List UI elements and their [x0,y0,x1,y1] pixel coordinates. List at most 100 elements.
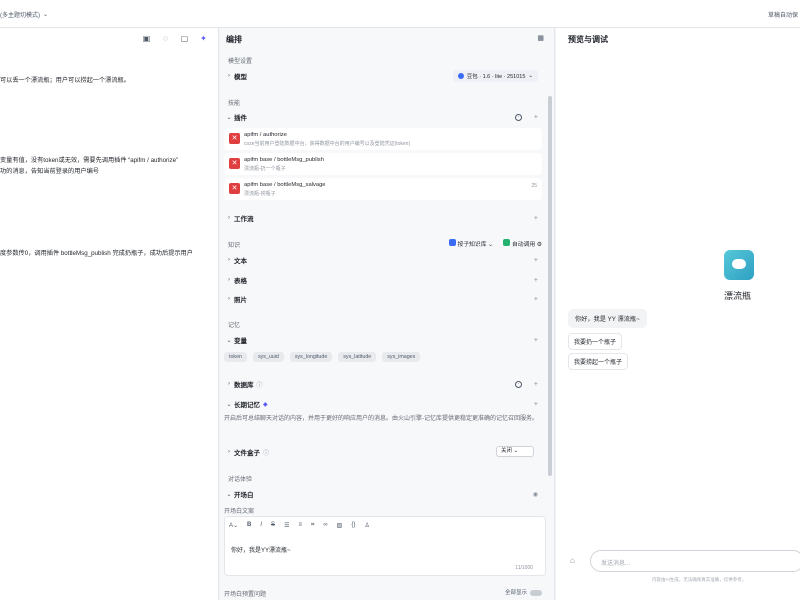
chevron-right-icon: › [228,449,230,455]
photo-knowledge-row[interactable]: › 照片 + [224,291,542,307]
image-icon[interactable]: ▨ [337,522,343,529]
table-knowledge-row[interactable]: › 表格 + [224,272,542,288]
chevron-down-icon: ⌄ [226,337,232,344]
add-database-button[interactable]: + [534,381,538,388]
message-input[interactable]: 发送消息... [590,550,800,572]
add-text-button[interactable]: + [534,257,538,264]
knowledge-section-title: 知识 [228,243,241,249]
strikethrough-icon[interactable]: S [271,522,275,529]
library-icon[interactable]: ▣ [142,34,151,43]
eye-icon[interactable]: ◉ [533,491,538,498]
knowledge-icon [448,239,456,246]
workflow-row[interactable]: › 工作流 + [224,210,542,226]
show-all-toggle[interactable]: 全部显示 [505,588,542,596]
grid-icon[interactable]: ▦ [537,34,544,42]
variable-tag[interactable]: token [224,352,247,362]
plugin-item[interactable]: ✕ apifm base / bottleMsg_publish 漂流瓶-扔一个… [224,153,542,175]
chevron-down-icon: ⌄ [528,73,533,79]
memory-section-title: 记忆 [228,323,241,329]
opening-text-editor[interactable]: A⌄ B I S ☰ ≡ ⌗ ∞ ▨ {} ♙ 你好，我是YY漂流瓶~ 11/1… [224,516,546,576]
user-icon[interactable]: ♙ [364,522,369,529]
longterm-note: 开启后可总结聊天对话的内容，并用于更好的响应用户的消息。由火山引擎-记忆库提供更… [224,416,539,422]
code-icon[interactable]: {} [351,522,355,529]
plugin-name: apifm base / bottleMsg_publish [244,157,324,163]
bold-icon[interactable]: B [247,522,251,529]
knowledge-mode-select[interactable]: 按子知识库 ⌄ [448,239,493,248]
plugin-icon: ✕ [229,158,240,169]
link-icon[interactable]: ∞ [323,522,327,529]
filebox-select[interactable]: 关闭 ⌄ [496,446,534,457]
variable-tag[interactable]: sys_longitude [289,352,333,362]
variables-row[interactable]: ⌄ 变量 + [224,332,542,348]
variable-tag[interactable]: sys_latitude [338,352,377,362]
plugin-icon: ✕ [229,183,240,194]
add-table-button[interactable]: + [534,277,538,284]
text-knowledge-row[interactable]: › 文本 + [224,252,542,268]
preview-panel: 预览与调试 漂流瓶 你好，我是 YY 漂流瓶~ 我要扔一个瓶子 我要捞起一个瓶子… [556,28,800,600]
model-select[interactable]: 豆包 · 1.6 · lite · 251015 ⌄ [452,70,538,82]
ai-disclaimer: 内容由AI生成，无法确保真实准确，仅供参考。 [652,577,747,582]
greeting-bubble: 你好，我是 YY 漂流瓶~ [568,309,647,328]
opening-label: 开场白 [234,492,254,499]
knowledge-call-select[interactable]: 自动调用 ⚙ [502,239,542,248]
plugins-label: 插件 [234,115,247,122]
table-label: 表格 [234,278,247,285]
panel-title: 编排 [226,35,242,44]
auto-add-icon[interactable]: · [515,113,522,121]
variable-tag[interactable]: sys_uuid [252,352,284,362]
prompt-line: 度参数传0，调用插件 bottleMsg_publish 完成扔瓶子，成功后提示… [0,250,193,257]
plugin-item[interactable]: ✕ apifm / authorize coze当前用户登陆数据中台，获得数据中… [224,128,542,150]
magic-wand-icon[interactable]: ✦ [199,34,208,43]
expand-icon[interactable]: ▢ [180,34,189,43]
prompt-panel[interactable]: ▣ ◌ ▢ ✦ 可以丢一个漂流瓶；用户可以捞起一个漂流瓶。 变量有值，没有tok… [0,28,219,600]
bulb-icon[interactable]: ◌ [161,34,170,43]
add-workflow-button[interactable]: + [534,215,538,222]
plugin-item[interactable]: ✕ apifm base / bottleMsg_salvage 漂流瓶-捞瓶子… [224,178,542,200]
plugins-row[interactable]: ⌄ 插件 · + [224,109,542,125]
bot-avatar [724,250,754,280]
opening-text-label: 开场白文案 [224,509,255,515]
add-variable-button[interactable]: + [534,337,538,344]
prompt-line: 变量有值，没有token或无效，需要先调用插件 “apifm / authori… [0,157,179,164]
suggestion-button[interactable]: 我要捞起一个瓶子 [568,353,629,370]
chevron-right-icon: › [228,277,230,283]
add-photo-button[interactable]: + [534,296,538,303]
mode-label: (多主题切模式) [0,13,40,19]
mode-selector[interactable]: (多主题切模式) ⌄ [0,10,48,19]
chevron-right-icon: › [228,73,230,79]
home-icon[interactable]: ⌂ [570,556,575,565]
database-row[interactable]: › 数据库 ⓘ · + [224,376,542,392]
info-icon[interactable]: ⓘ [263,448,269,457]
filebox-row[interactable]: › 文件盒子 ⓘ 关闭 ⌄ [224,444,542,460]
table-icon[interactable]: ⌗ [311,522,314,529]
font-size-icon[interactable]: A⌄ [229,522,238,529]
plugin-desc: coze当前用户登陆数据中台，获得数据中台的用户编号以及登陆凭证(token) [244,141,411,147]
info-icon[interactable]: ⓘ [257,380,263,389]
auto-add-icon[interactable]: · [515,380,522,388]
variables-label: 变量 [234,338,247,345]
plugin-name: apifm base / bottleMsg_salvage [244,182,326,188]
add-longterm-button[interactable]: + [534,401,538,408]
bullet-list-icon[interactable]: ☰ [284,522,289,529]
variable-tag[interactable]: sys_images [382,352,421,362]
prompt-line: 功的消息，告知当前登录的用户编号 [0,168,99,175]
add-plugin-button[interactable]: + [534,114,538,121]
plugin-name: apifm / authorize [244,132,287,138]
variable-tags: token sys_uuid sys_longitude sys_latitud… [224,352,421,362]
char-counter: 11/1000 [515,565,533,571]
toggle-switch[interactable] [530,589,542,596]
show-all-label: 全部显示 [504,590,527,596]
longterm-label: 长期记忆 [234,402,260,409]
model-row[interactable]: › 模型 豆包 · 1.6 · lite · 251015 ⌄ [224,68,542,84]
numbered-list-icon[interactable]: ≡ [298,522,302,529]
model-section-title: 模型设置 [228,59,253,65]
italic-icon[interactable]: I [260,522,262,529]
bot-face-icon [732,259,746,269]
scrollbar[interactable] [548,96,552,476]
input-placeholder: 发送消息... [601,561,631,567]
suggestion-button[interactable]: 我要扔一个瓶子 [568,333,623,350]
longterm-memory-row[interactable]: ⌄ 长期记忆 ◆ + [224,396,542,412]
filebox-label: 文件盒子 [234,450,260,457]
preview-title: 预览与调试 [568,35,608,44]
opening-row[interactable]: ⌄ 开场白 ◉ [224,486,542,502]
